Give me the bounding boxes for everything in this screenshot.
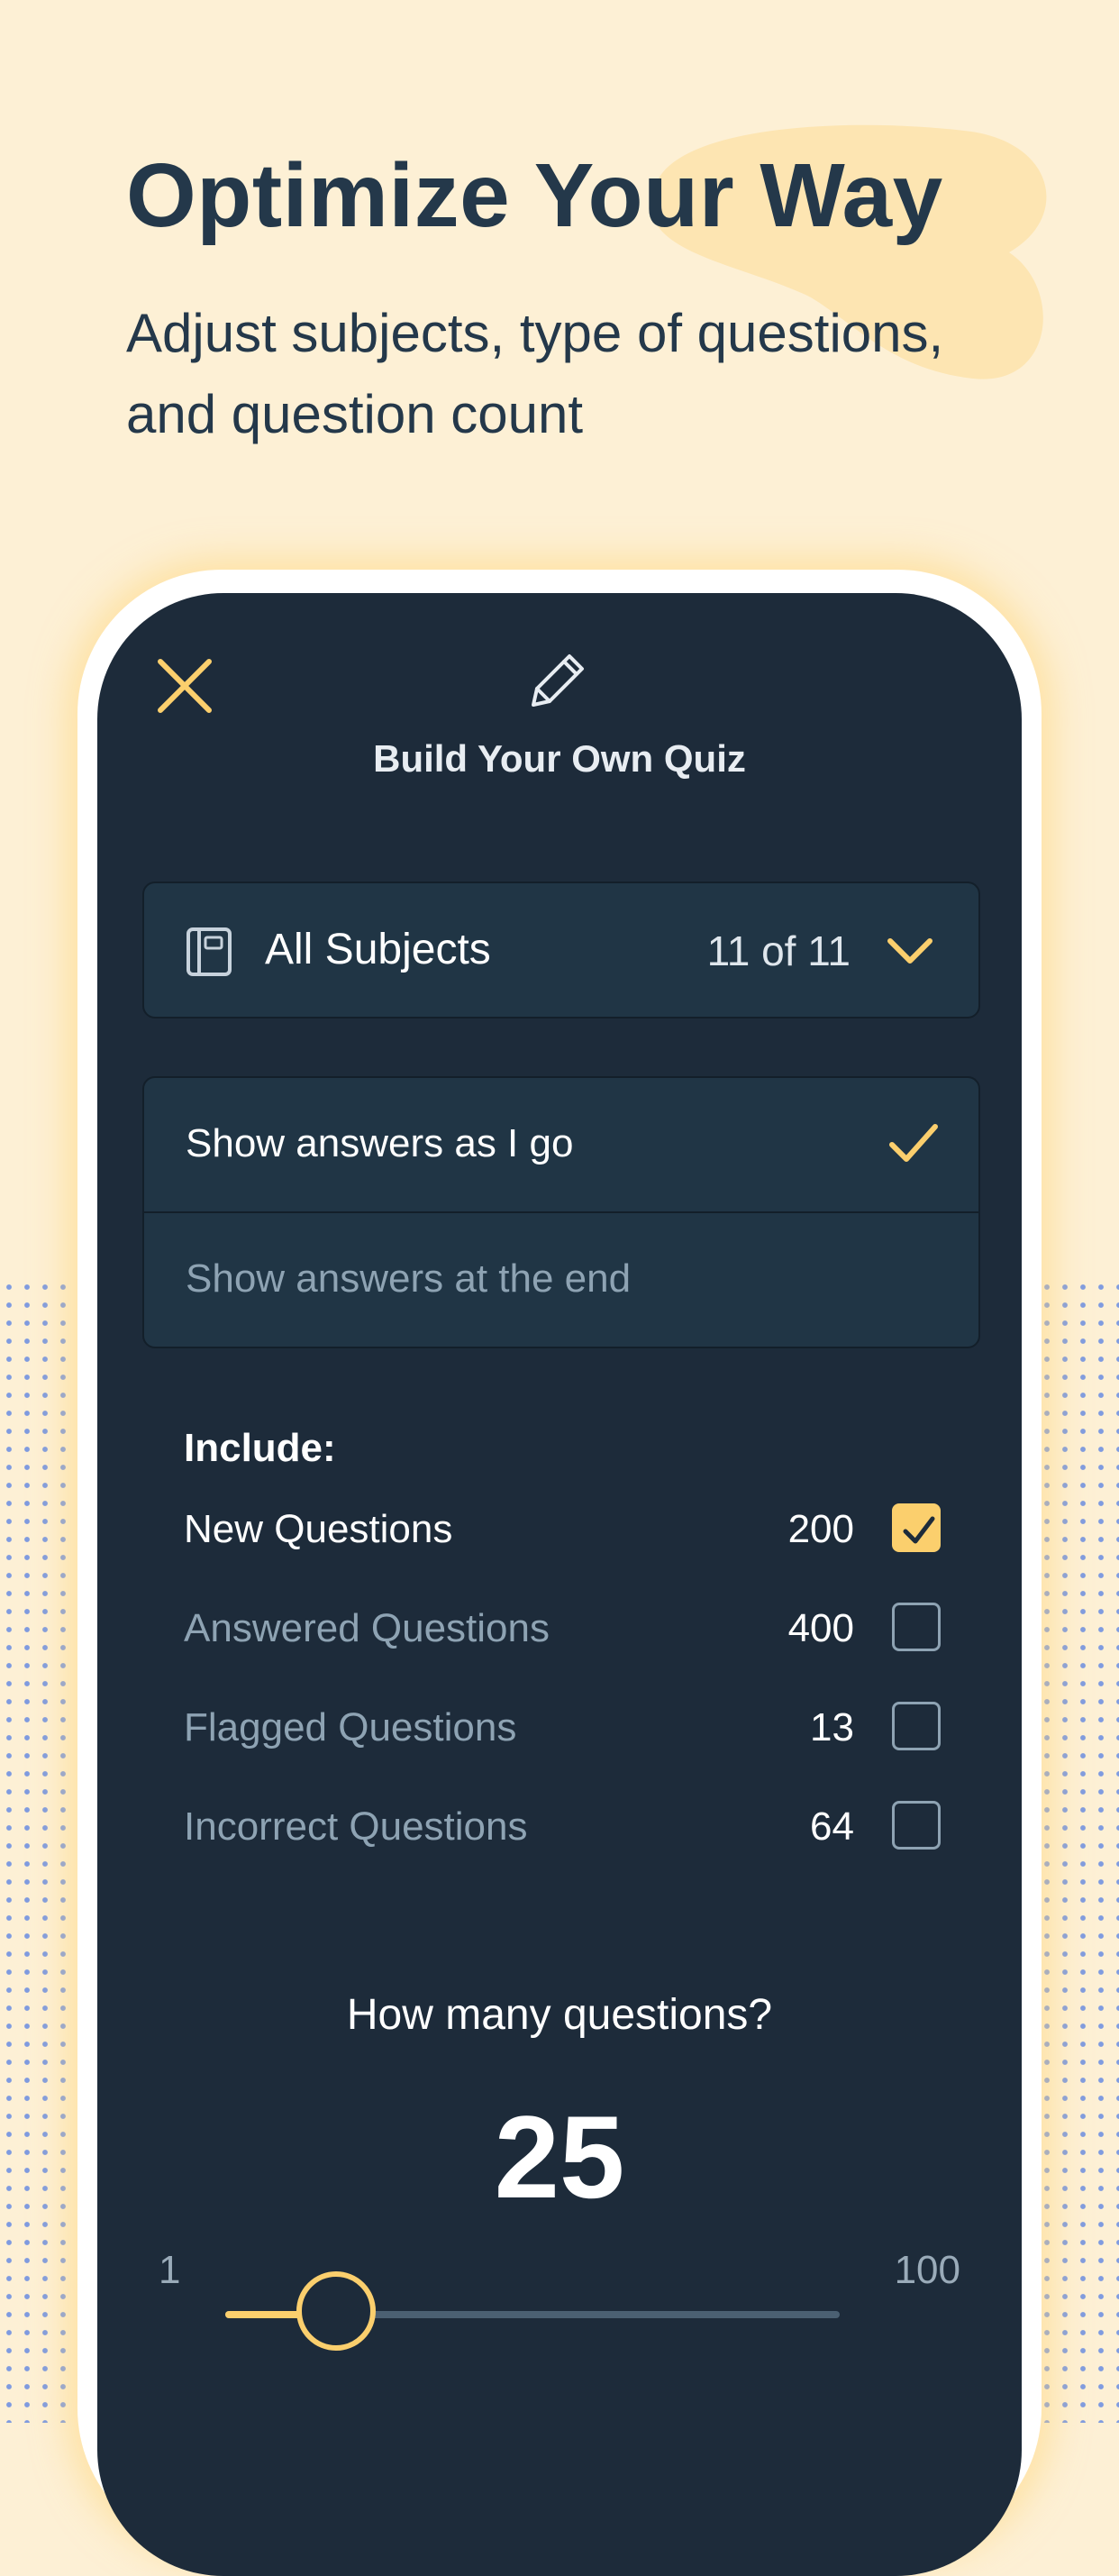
include-item-label: Answered Questions xyxy=(184,1606,550,1650)
answer-mode-group: Show answers as I go Show answers at the… xyxy=(142,1076,980,1348)
include-new-questions[interactable]: New Questions 200 xyxy=(184,1494,941,1567)
checkbox-checked[interactable] xyxy=(892,1503,941,1552)
answer-mode-label: Show answers at the end xyxy=(186,1256,632,1301)
include-item-count: 64 xyxy=(810,1804,854,1849)
pencil-icon xyxy=(532,654,584,707)
slider-max-label: 100 xyxy=(894,2248,960,2292)
include-flagged-questions[interactable]: Flagged Questions 13 xyxy=(184,1693,941,1765)
answer-mode-as-i-go[interactable]: Show answers as I go xyxy=(144,1078,978,1213)
subject-label: All Subjects xyxy=(265,926,491,973)
quiz-builder-screen: Build Your Own Quiz All Subjects 11 of 1… xyxy=(97,593,1022,2576)
include-item-count: 400 xyxy=(787,1606,854,1650)
checkbox-unchecked[interactable] xyxy=(892,1801,941,1850)
checkmark-icon xyxy=(889,1124,938,1162)
answer-mode-label: Show answers as I go xyxy=(186,1121,574,1165)
checkmark-icon xyxy=(903,1516,935,1544)
close-icon[interactable] xyxy=(153,654,216,717)
include-item-label: New Questions xyxy=(184,1507,453,1551)
chevron-down-icon xyxy=(887,938,932,964)
include-item-label: Flagged Questions xyxy=(184,1705,517,1749)
checkbox-unchecked[interactable] xyxy=(892,1702,941,1750)
checkbox-unchecked[interactable] xyxy=(892,1603,941,1651)
subtitle: Adjust subjects, type of questions, and … xyxy=(126,303,944,444)
answer-mode-at-end[interactable]: Show answers at the end xyxy=(144,1213,978,1347)
include-item-count: 200 xyxy=(787,1507,854,1551)
question-count-value: 25 xyxy=(494,2091,625,2223)
include-heading: Include: xyxy=(184,1426,336,1470)
slider-min-label: 1 xyxy=(159,2248,181,2292)
screen-title: Build Your Own Quiz xyxy=(373,737,746,780)
question-count-prompt: How many questions? xyxy=(346,1991,773,2039)
subject-selector[interactable]: All Subjects 11 of 11 xyxy=(142,882,980,1019)
include-item-count: 13 xyxy=(810,1705,854,1749)
subject-count: 11 of 11 xyxy=(706,927,851,974)
include-answered-questions[interactable]: Answered Questions 400 xyxy=(184,1594,941,1666)
include-item-label: Incorrect Questions xyxy=(184,1804,528,1849)
headline: Optimize Your Way xyxy=(126,145,943,246)
slider-thumb[interactable] xyxy=(296,2271,376,2351)
book-icon xyxy=(186,927,232,976)
include-incorrect-questions[interactable]: Incorrect Questions 64 xyxy=(184,1792,941,1864)
